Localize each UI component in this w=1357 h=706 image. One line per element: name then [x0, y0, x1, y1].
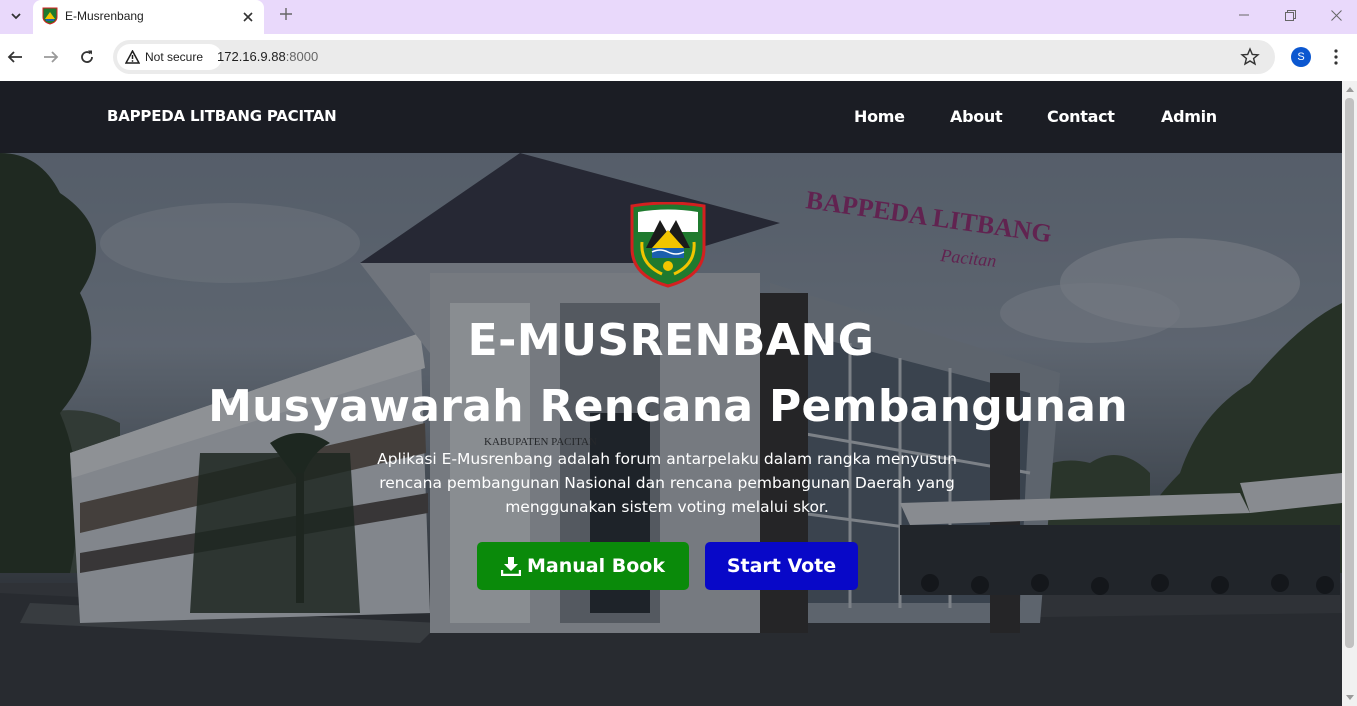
manual-book-button[interactable]: Manual Book: [477, 542, 689, 590]
tab-search-icon: [11, 13, 21, 20]
minimize-button[interactable]: [1229, 4, 1259, 26]
back-arrow-icon: [7, 51, 22, 63]
pacitan-emblem-logo: [630, 202, 706, 288]
more-vert-icon: [1334, 49, 1338, 65]
hero-title-line1: E-MUSRENBANG: [467, 315, 875, 366]
reload-icon: [81, 50, 93, 63]
browser-tabstrip: E-Musrenbang: [0, 0, 1357, 34]
nav-about[interactable]: About: [950, 107, 1003, 126]
start-vote-label: Start Vote: [726, 555, 837, 577]
profile-avatar[interactable]: S: [1291, 47, 1311, 67]
start-vote-button[interactable]: Start Vote: [705, 542, 858, 590]
url-text[interactable]: 172.16.9.88:8000: [217, 49, 318, 64]
close-icon: [243, 12, 253, 22]
window-close-button[interactable]: [1321, 4, 1351, 26]
scroll-up-arrow-icon[interactable]: [1346, 87, 1354, 92]
page-scrollbar[interactable]: [1342, 81, 1357, 706]
hero-section: BAPPEDA LITBANG Pacitan KABUPATEN PACITA…: [0, 153, 1342, 706]
site-navbar: BAPPEDA LITBANG PACITAN Home About Conta…: [0, 81, 1342, 153]
reload-button[interactable]: [74, 44, 100, 70]
url-host: 172.16.9.88: [217, 49, 286, 64]
page-viewport: BAPPEDA LITBANG PACITAN Home About Conta…: [0, 81, 1342, 706]
url-port: :8000: [285, 49, 319, 64]
favicon-icon: [42, 7, 58, 25]
tab-title: E-Musrenbang: [65, 9, 144, 23]
tab-search-button[interactable]: [4, 5, 28, 27]
forward-arrow-icon: [44, 51, 59, 63]
browser-menu-button[interactable]: [1328, 46, 1344, 68]
scrollbar-thumb[interactable]: [1345, 98, 1354, 648]
site-brand[interactable]: BAPPEDA LITBANG PACITAN: [107, 107, 337, 125]
security-chip[interactable]: Not secure: [117, 44, 222, 70]
plus-icon: [280, 8, 292, 20]
new-tab-button[interactable]: [276, 5, 296, 25]
nav-contact[interactable]: Contact: [1047, 107, 1115, 126]
manual-book-label: Manual Book: [527, 555, 665, 577]
download-icon: [501, 557, 522, 576]
security-label: Not secure: [145, 50, 204, 64]
back-button[interactable]: [2, 44, 28, 70]
star-icon[interactable]: [1240, 47, 1260, 67]
restore-icon: [1284, 9, 1296, 21]
nav-admin[interactable]: Admin: [1161, 107, 1217, 126]
warning-icon: [125, 50, 140, 64]
minimize-icon: [1239, 14, 1249, 16]
hero-description: Aplikasi E-Musrenbang adalah forum antar…: [377, 450, 957, 516]
browser-tab-active[interactable]: E-Musrenbang: [33, 0, 264, 34]
hero-title-line2: Musyawarah Rencana Pembangunan: [208, 381, 1128, 432]
address-bar[interactable]: Not secure 172.16.9.88:8000: [113, 40, 1275, 74]
tab-close-button[interactable]: [239, 8, 257, 26]
window-close-icon: [1330, 9, 1342, 21]
restore-button[interactable]: [1275, 4, 1305, 26]
browser-toolbar: Not secure 172.16.9.88:8000 S: [0, 34, 1357, 81]
nav-home[interactable]: Home: [854, 107, 905, 126]
forward-button[interactable]: [38, 44, 64, 70]
scroll-down-arrow-icon[interactable]: [1346, 695, 1354, 700]
